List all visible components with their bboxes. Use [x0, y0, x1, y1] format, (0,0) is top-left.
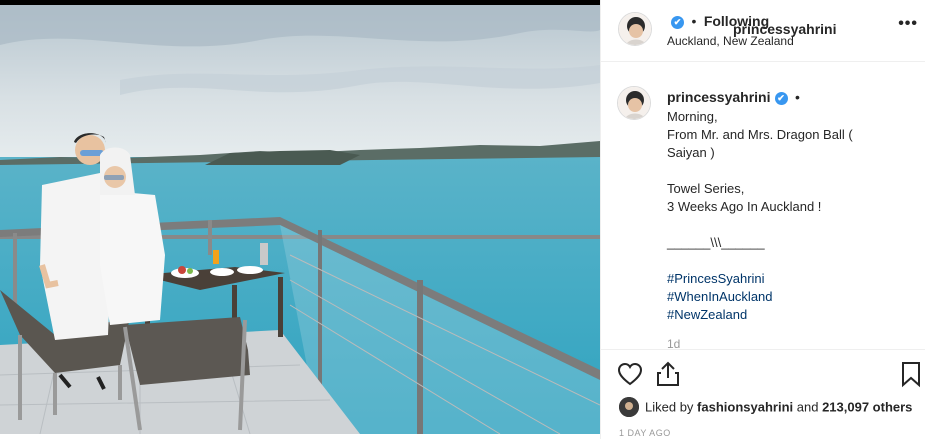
liked-by-middle: and	[796, 399, 819, 415]
caption-line	[667, 252, 907, 270]
verified-badge-icon: ✔	[774, 92, 788, 105]
caption-user-row: princessyahrini ✔ •	[667, 89, 803, 107]
caption-line: From Mr. and Mrs. Dragon Ball (	[667, 127, 853, 142]
caption-line: Towel Series,	[667, 181, 745, 196]
liked-by-prefix: Liked by	[645, 399, 694, 415]
heart-icon[interactable]	[616, 360, 644, 388]
action-bar: Liked by fashionsyahrini and 213,097 oth…	[601, 349, 925, 439]
post-sidebar: princessyahrini ✔ • Following Auckland, N…	[600, 0, 925, 439]
user-avatar[interactable]	[618, 12, 652, 46]
caption-line: Morning,	[667, 109, 718, 124]
avatar-image	[618, 87, 650, 119]
caption-area: princessyahrini ✔ • Morning, From Mr. and…	[601, 63, 925, 348]
caption-line: ______\\\______	[667, 235, 765, 250]
avatar-image	[619, 13, 651, 45]
likes-summary: Liked by fashionsyahrini and 213,097 oth…	[619, 397, 912, 417]
verified-badge-icon: ✔	[671, 16, 684, 29]
caption-avatar[interactable]	[617, 86, 651, 120]
hashtag-link[interactable]: #WhenInAuckland	[667, 288, 907, 306]
more-options-icon[interactable]: •••	[898, 15, 918, 33]
caption-username-link[interactable]: princessyahrini	[667, 89, 771, 105]
post-date[interactable]: 1 DAY AGO	[619, 428, 671, 438]
liker-avatar[interactable]	[619, 397, 639, 417]
separator-dot: •	[691, 13, 697, 29]
caption-line: Saiyan )	[667, 145, 715, 160]
separator-dot: •	[794, 89, 800, 105]
hashtag-link[interactable]: #PrincesSyahrini	[667, 270, 907, 288]
post-photo[interactable]	[0, 5, 600, 434]
hashtag-link[interactable]: #NewZealand	[667, 306, 907, 324]
share-icon[interactable]	[654, 360, 682, 388]
post-header: princessyahrini ✔ • Following Auckland, N…	[601, 5, 925, 62]
caption-line	[667, 162, 907, 180]
caption-line	[667, 216, 907, 234]
photo-illustration	[0, 5, 600, 434]
caption-line: 3 Weeks Ago In Auckland !	[667, 199, 822, 214]
location-link[interactable]: Auckland, New Zealand	[667, 34, 794, 48]
avatar-image	[619, 397, 639, 417]
bookmark-icon[interactable]	[897, 360, 925, 388]
liker-username-link[interactable]: fashionsyahrini	[697, 400, 793, 415]
caption-timestamp: 1d	[667, 337, 681, 348]
likes-count-link[interactable]: 213,097 others	[822, 400, 912, 415]
header-user-row: princessyahrini ✔ • Following	[667, 13, 837, 37]
caption-text: Morning, From Mr. and Mrs. Dragon Ball (…	[667, 108, 907, 324]
